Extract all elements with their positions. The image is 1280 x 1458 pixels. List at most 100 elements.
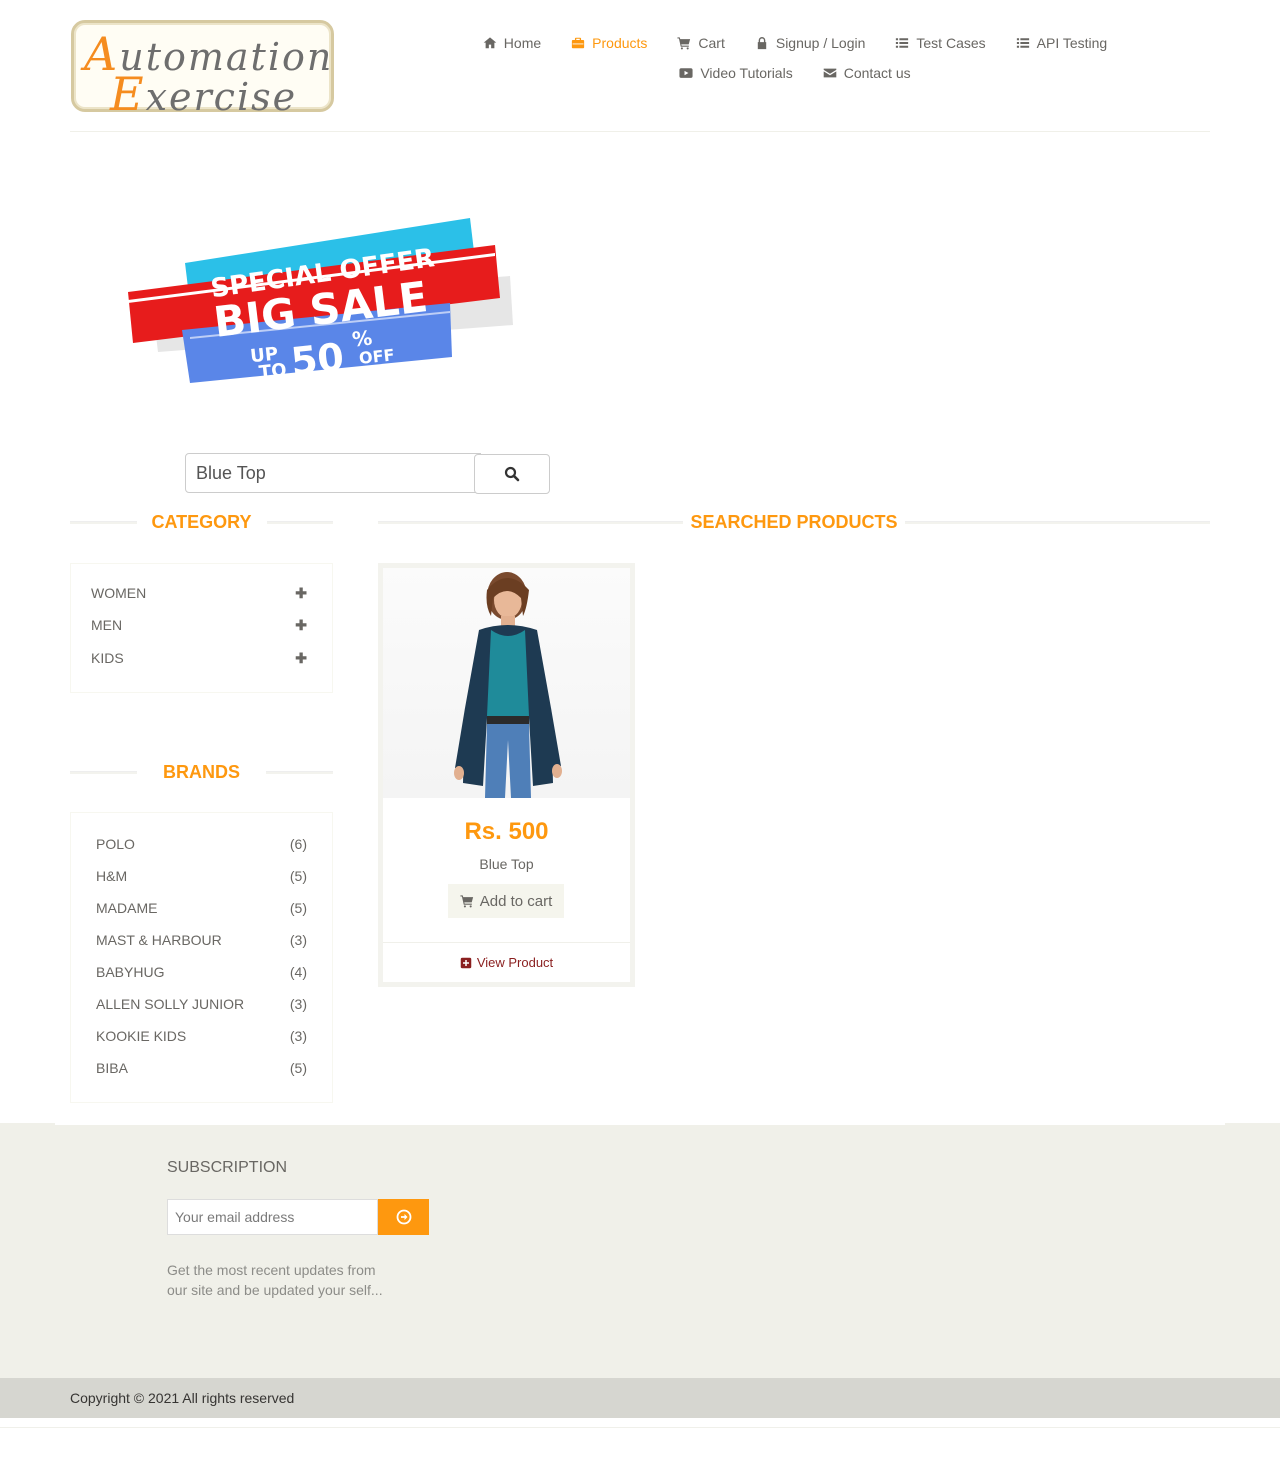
- cart-icon: [460, 895, 473, 908]
- nav-row-1: Home Products Cart Signup / Login Test C…: [470, 28, 1120, 58]
- category-title: CATEGORY: [151, 511, 252, 532]
- nav-item-cart[interactable]: Cart: [677, 35, 725, 51]
- product-card: Rs. 500 Blue Top Add to cart View Produc…: [378, 563, 635, 987]
- subscription-title: SUBSCRIPTION: [167, 1159, 288, 1176]
- brands-panel: POLO (6) H&M (5) MADAME (5) MAST & HARBOUR (…: [70, 812, 333, 1103]
- site-logo[interactable]: Automation Exercise: [71, 20, 334, 121]
- brand-allen-solly-junior[interactable]: ALLEN SOLLY JUNIOR (3): [96, 994, 307, 1014]
- nav-label: Signup / Login: [775, 35, 866, 51]
- banner-to: TO: [258, 360, 288, 384]
- big-sale-banner: SPECIAL OFFER BIG SALE UP TO 50 % OFF: [128, 218, 513, 384]
- product-image: [383, 568, 630, 798]
- brand-biba[interactable]: BIBA (5): [96, 1058, 307, 1078]
- nav-item-api-testing[interactable]: API Testing: [1016, 35, 1108, 51]
- nav-item-video-tutorials[interactable]: Video Tutorials: [679, 65, 793, 81]
- footer-bottom-rule: [0, 1427, 1280, 1428]
- nav-item-contact-us[interactable]: Contact us: [823, 65, 911, 81]
- heading-rule: [70, 770, 137, 774]
- brand-count: (5): [289, 900, 307, 916]
- brand-kookie-kids[interactable]: KOOKIE KIDS (3): [96, 1026, 307, 1046]
- heading-rule: [904, 520, 1210, 524]
- nav-label: Cart: [698, 35, 725, 51]
- plus-icon[interactable]: ✚: [295, 617, 307, 634]
- envelope-icon: [823, 68, 837, 78]
- search-icon: [504, 466, 520, 482]
- copyright-text: Copyright © 2021 All rights reserved: [70, 1390, 295, 1406]
- nav-item-products[interactable]: Products: [571, 35, 647, 51]
- product-name: Blue Top: [479, 856, 534, 872]
- main-nav: Home Products Cart Signup / Login Test C…: [470, 28, 1120, 88]
- arrow-circle-right-icon: [396, 1209, 411, 1225]
- list-icon: [1016, 38, 1029, 48]
- category-label: WOMEN: [91, 585, 147, 601]
- nav-item-home[interactable]: Home: [483, 35, 541, 51]
- lock-icon: [757, 37, 767, 50]
- home-icon: [483, 37, 497, 49]
- category-label: MEN: [91, 617, 123, 633]
- view-product-label: View Product: [476, 955, 554, 970]
- plus-icon[interactable]: ✚: [295, 650, 307, 667]
- nav-item-signup-login[interactable]: Signup / Login: [755, 35, 866, 51]
- brand-count: (3): [289, 996, 307, 1012]
- view-product-link[interactable]: View Product: [383, 955, 630, 970]
- brand-madame[interactable]: MADAME (5): [96, 898, 307, 918]
- searched-products-heading: SEARCHED PRODUCTS: [378, 512, 1210, 532]
- brand-count: (5): [289, 1060, 307, 1076]
- category-women[interactable]: WOMEN ✚: [91, 583, 307, 603]
- brands-title: BRANDS: [163, 761, 241, 782]
- brand-babyhug[interactable]: BABYHUG (4): [96, 962, 307, 982]
- nav-label: API Testing: [1036, 35, 1108, 51]
- card-divider: [383, 942, 630, 943]
- brand-count: (6): [289, 836, 307, 852]
- category-kids[interactable]: KIDS ✚: [91, 648, 307, 668]
- brand-name: BIBA: [96, 1060, 128, 1076]
- category-panel: WOMEN ✚ MEN ✚ KIDS ✚: [70, 563, 333, 693]
- search-product-input[interactable]: [185, 453, 481, 493]
- site-header: Automation Exercise Home Products Cart S…: [0, 0, 1280, 133]
- brand-name: MAST & HARBOUR: [96, 932, 222, 948]
- heading-rule: [70, 520, 137, 524]
- brand-count: (3): [289, 932, 307, 948]
- nav-item-test-cases[interactable]: Test Cases: [895, 35, 986, 51]
- heading-rule: [266, 520, 334, 524]
- banner-off: OFF: [358, 345, 395, 368]
- nav-label: Home: [503, 35, 542, 51]
- header-divider: [70, 131, 1210, 132]
- category-men[interactable]: MEN ✚: [91, 615, 307, 635]
- add-to-cart-label: Add to cart: [479, 892, 553, 910]
- logo-line-2: Exercise: [110, 67, 298, 121]
- brands-heading: BRANDS: [70, 761, 334, 782]
- brand-name: H&M: [96, 868, 128, 884]
- nav-row-2: Video Tutorials Contact us: [470, 58, 1120, 88]
- brand-name: KOOKIE KIDS: [96, 1028, 187, 1044]
- brand-name: BABYHUG: [96, 964, 165, 980]
- search-submit-button[interactable]: [474, 454, 550, 494]
- brand-name: POLO: [96, 836, 135, 852]
- banner-fifty: 50: [289, 335, 346, 384]
- brand-mast-harbour[interactable]: MAST & HARBOUR (3): [96, 930, 307, 950]
- category-label: KIDS: [91, 650, 124, 666]
- list-icon: [896, 38, 909, 48]
- product-photo-woman-blue-top: [454, 572, 562, 798]
- brand-count: (3): [289, 1028, 307, 1044]
- briefcase-icon: [572, 37, 585, 49]
- youtube-play-icon: [679, 68, 693, 78]
- subscription-description: Get the most recent updates from our sit…: [167, 1262, 383, 1298]
- plus-icon[interactable]: ✚: [295, 585, 307, 602]
- brand-hm[interactable]: H&M (5): [96, 866, 307, 886]
- heading-rule: [266, 770, 334, 774]
- category-heading: CATEGORY: [70, 511, 334, 532]
- footer-bottom-bar: Copyright © 2021 All rights reserved: [0, 1378, 1280, 1418]
- brand-polo[interactable]: POLO (6): [96, 834, 307, 854]
- brand-name: MADAME: [96, 900, 158, 916]
- add-to-cart-button[interactable]: Add to cart: [448, 884, 564, 918]
- nav-label: Test Cases: [916, 35, 986, 51]
- heading-rule: [378, 520, 684, 524]
- subscribe-email-input[interactable]: [167, 1199, 378, 1235]
- product-card-inner: Rs. 500 Blue Top Add to cart View Produc…: [383, 568, 630, 982]
- searched-products-title: SEARCHED PRODUCTS: [690, 511, 898, 532]
- brand-count: (4): [289, 964, 307, 980]
- cart-icon: [677, 37, 691, 50]
- plus-square-icon: [460, 957, 472, 968]
- subscribe-button[interactable]: [378, 1199, 429, 1235]
